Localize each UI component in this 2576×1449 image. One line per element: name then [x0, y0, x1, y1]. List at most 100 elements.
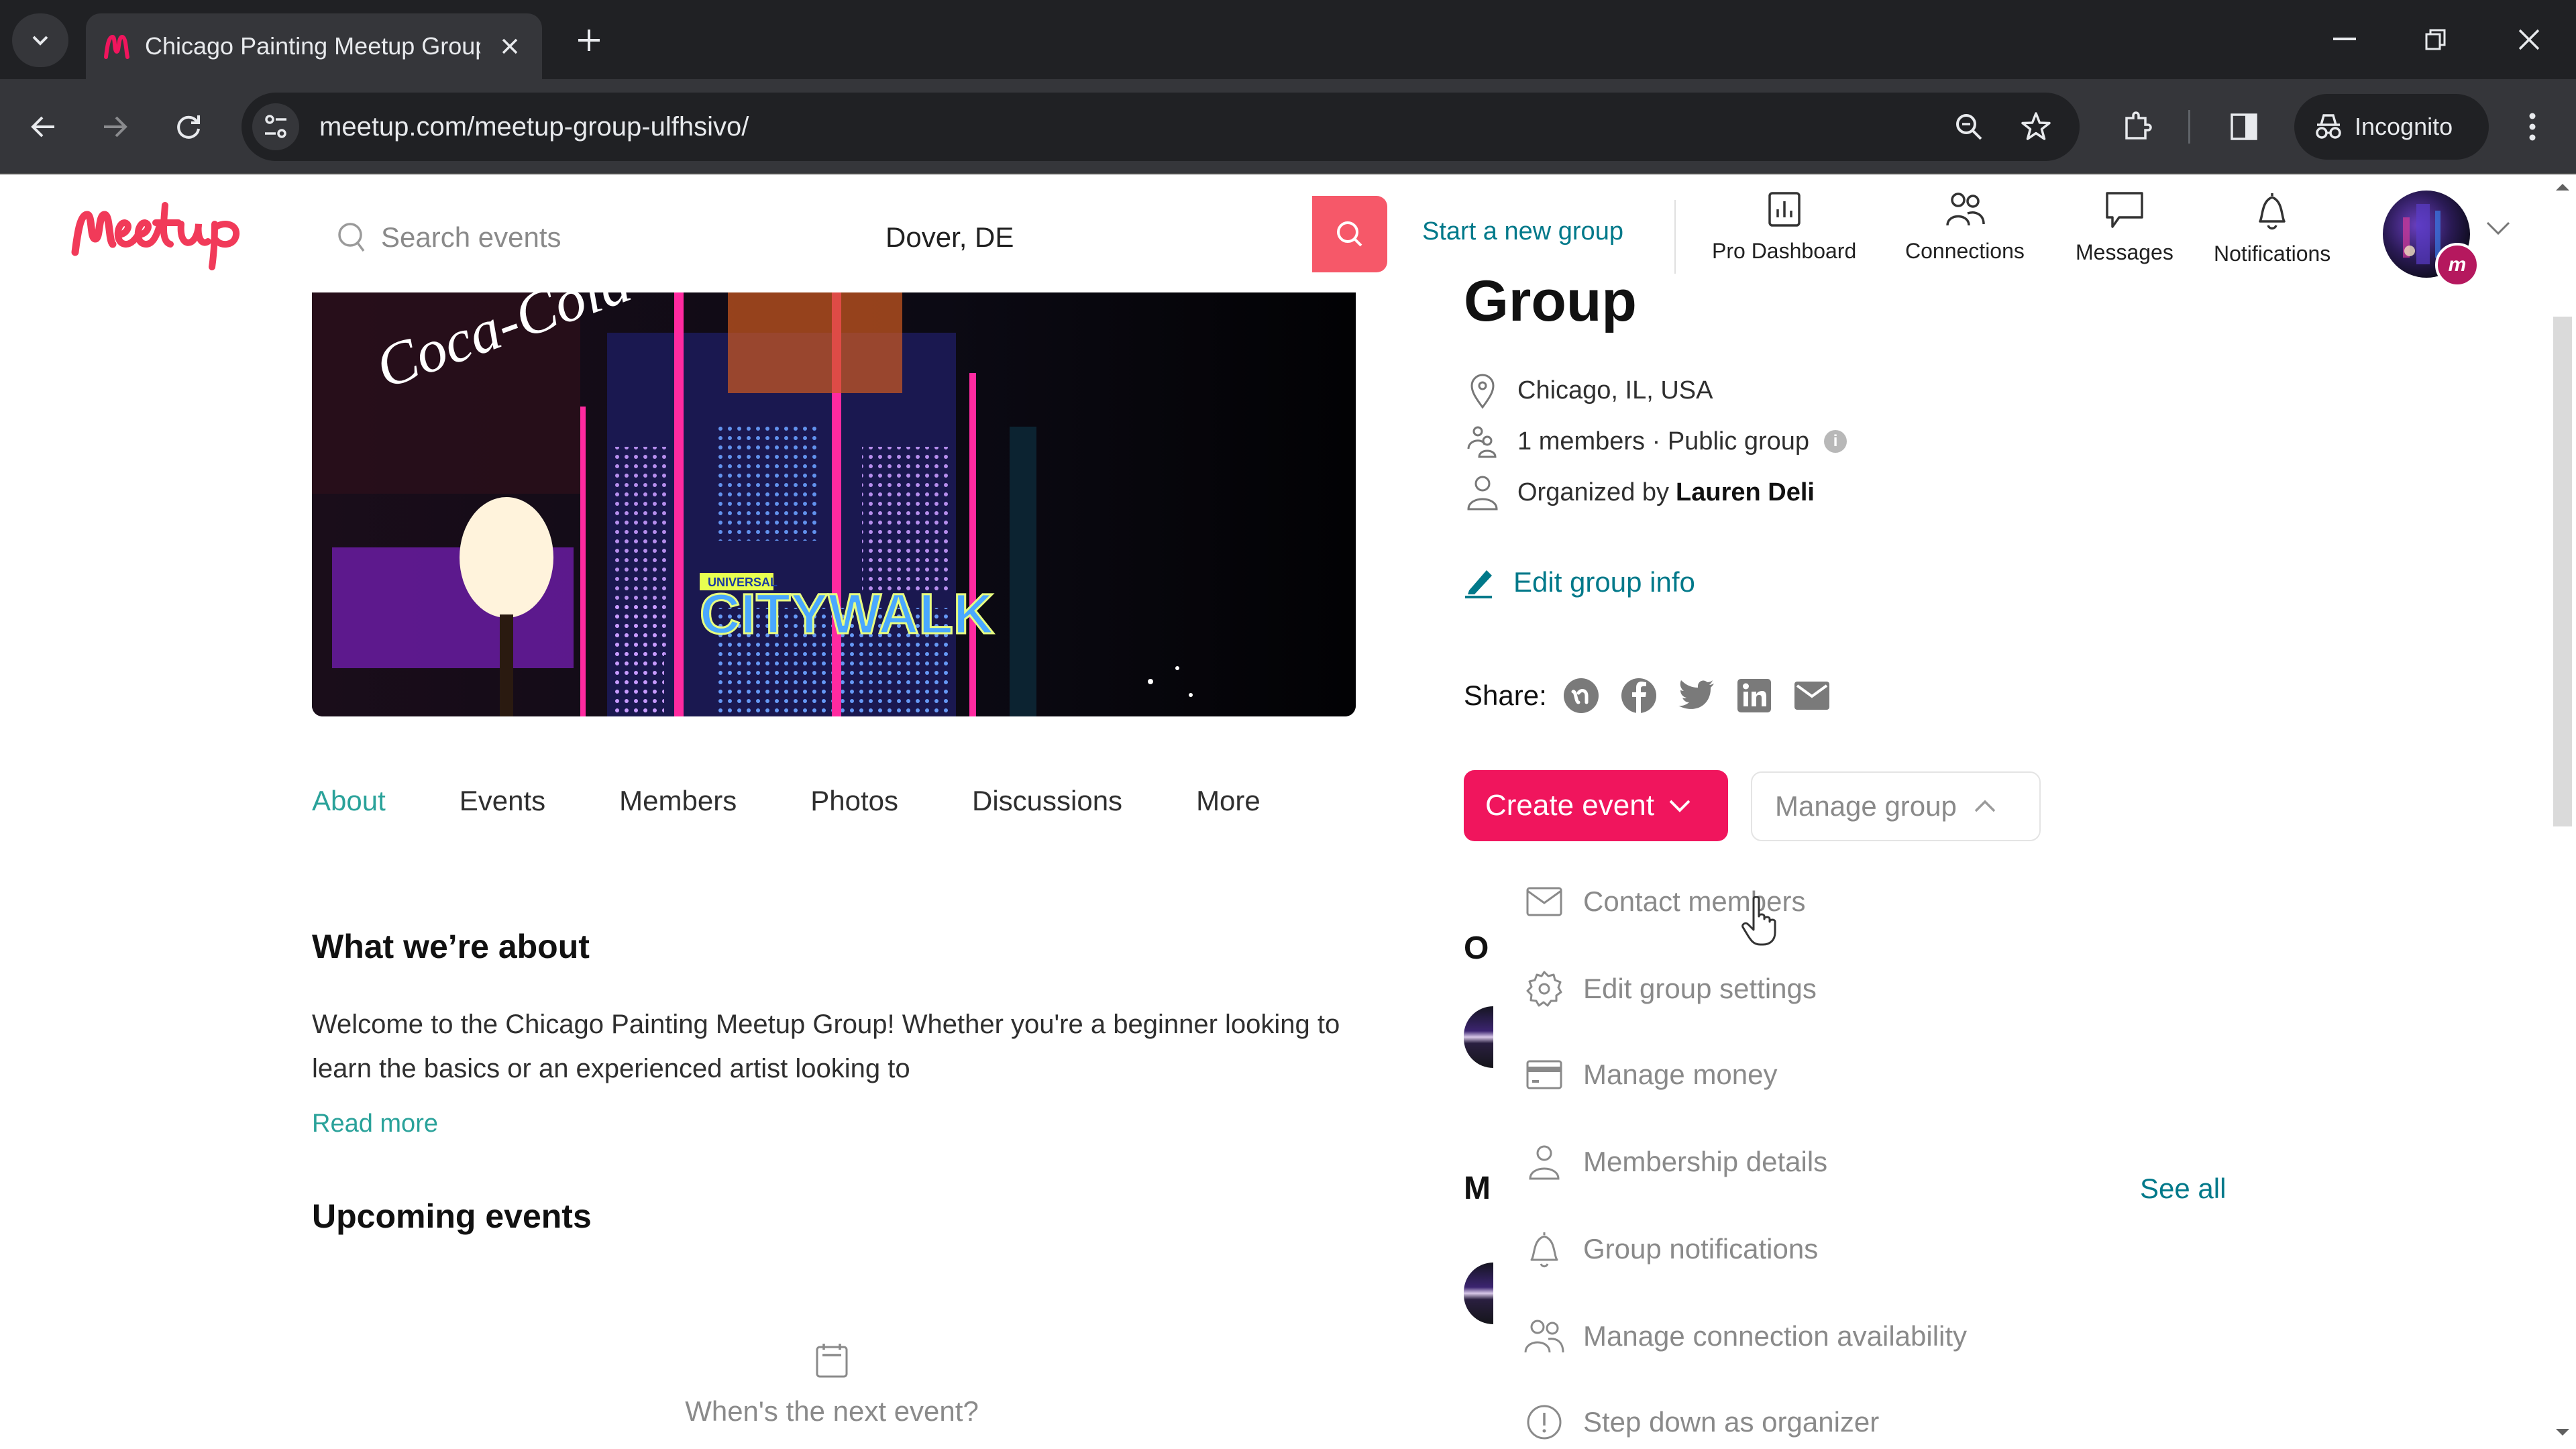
nav-messages[interactable]: Messages — [2076, 191, 2174, 265]
twitter-bird-icon — [1678, 680, 1714, 709]
share-meetup-button[interactable] — [1560, 675, 1602, 716]
read-more-link[interactable]: Read more — [312, 1110, 438, 1138]
group-title: Group — [1464, 269, 1637, 333]
search-events-input[interactable] — [381, 221, 851, 254]
start-new-group-link[interactable]: Start a new group — [1422, 217, 1623, 246]
browser-toolbar: meetup.com/meetup-group-ulfhsivo/ Incogn… — [0, 79, 2576, 174]
extensions-button[interactable] — [2113, 103, 2160, 150]
nav-connections[interactable]: Connections — [1905, 191, 2025, 264]
menu-item-manage-money[interactable]: Manage money — [1523, 1053, 1778, 1096]
tab-photos[interactable]: Photos — [810, 785, 898, 817]
create-event-label: Create event — [1485, 789, 1654, 822]
group-location: Chicago, IL, USA — [1464, 372, 1713, 409]
menu-item-label: Manage connection availability — [1583, 1320, 1968, 1352]
puzzle-icon — [2125, 111, 2152, 140]
nav-notifications[interactable]: Notifications — [2214, 191, 2330, 266]
tab-search-button[interactable] — [12, 13, 68, 67]
meetup-logo[interactable] — [70, 197, 244, 274]
menu-item-manage-connection-availability[interactable]: Manage connection availability — [1523, 1315, 1967, 1358]
search-icon — [1337, 221, 1362, 247]
arrow-left-icon — [31, 116, 54, 138]
group-organizer: Organized by Lauren Deli — [1464, 474, 1815, 511]
share-twitter-button[interactable] — [1676, 675, 1717, 716]
nav-label: Notifications — [2214, 241, 2331, 266]
tab-events[interactable]: Events — [460, 785, 545, 817]
zoom-button[interactable] — [1945, 103, 1992, 150]
tab-close-button[interactable] — [494, 30, 526, 62]
side-panel-icon — [2231, 113, 2257, 140]
menu-item-label: Step down as organizer — [1583, 1406, 1880, 1438]
search-bar — [333, 200, 1312, 275]
manage-group-menu: Contact members Edit group settings Mana… — [1496, 856, 2100, 1449]
group-tabs: About Events Members Photos Discussions … — [312, 785, 1334, 817]
search-submit-button[interactable] — [1312, 196, 1387, 272]
browser-tab-active[interactable]: Chicago Painting Meetup Group — [86, 13, 542, 79]
scroll-thumb[interactable] — [2553, 317, 2572, 826]
credit-card-icon — [1526, 1060, 1562, 1089]
person-icon — [1529, 1145, 1560, 1180]
incognito-profile-button[interactable]: Incognito — [2294, 94, 2489, 160]
meetup-favicon-icon — [104, 34, 129, 59]
member-avatar-clipped — [1464, 1263, 1493, 1324]
address-bar[interactable]: meetup.com/meetup-group-ulfhsivo/ — [241, 93, 2080, 161]
tab-more[interactable]: More — [1196, 785, 1260, 817]
page-scrollbar[interactable] — [2549, 176, 2576, 1449]
about-description: Welcome to the Chicago Painting Meetup G… — [312, 1010, 1340, 1083]
menu-item-label: Edit group settings — [1583, 973, 1817, 1004]
empty-events-state: When's the next event? — [671, 1342, 993, 1428]
menu-item-step-down-as-organizer[interactable]: Step down as organizer — [1523, 1401, 1879, 1444]
restore-button[interactable] — [2412, 17, 2459, 62]
facebook-icon — [1621, 678, 1656, 713]
side-panel-button[interactable] — [2220, 103, 2267, 150]
calendar-icon — [816, 1344, 848, 1378]
menu-item-edit-group-settings[interactable]: Edit group settings — [1523, 967, 1817, 1010]
search-icon — [338, 223, 365, 252]
organizer-name[interactable]: Lauren Deli — [1676, 478, 1815, 507]
back-button[interactable] — [20, 103, 67, 150]
new-tab-button[interactable] — [570, 21, 608, 59]
tab-members[interactable]: Members — [619, 785, 737, 817]
edit-group-info-label: Edit group info — [1513, 566, 1695, 598]
scroll-up-arrow-icon[interactable] — [2555, 182, 2571, 192]
menu-item-label: Group notifications — [1583, 1233, 1819, 1265]
edit-group-info-link[interactable]: Edit group info — [1464, 566, 1695, 598]
tab-discussions[interactable]: Discussions — [972, 785, 1122, 817]
manage-group-button[interactable]: Manage group — [1751, 771, 2041, 841]
minimize-button[interactable] — [2321, 17, 2368, 62]
group-banner-image: Coca-Cola UNIVERSAL CITYWALK — [312, 292, 1356, 716]
tune-icon — [265, 115, 286, 138]
browser-tab-strip: Chicago Painting Meetup Group — [0, 0, 2576, 79]
menu-item-membership-details[interactable]: Membership details — [1523, 1140, 1827, 1183]
profile-menu-toggle[interactable] — [2485, 220, 2512, 239]
share-email-button[interactable] — [1791, 675, 1833, 716]
share-linkedin-button[interactable] — [1733, 675, 1775, 716]
info-icon[interactable]: i — [1824, 430, 1847, 453]
forward-button[interactable] — [91, 103, 138, 150]
chevron-down-icon — [32, 36, 48, 46]
header-divider — [1674, 200, 1676, 274]
meetup-badge: m — [2435, 243, 2479, 287]
menu-item-label: Manage money — [1583, 1059, 1778, 1090]
see-all-members-link[interactable]: See all — [2140, 1173, 2226, 1205]
browser-menu-button[interactable] — [2509, 103, 2556, 150]
reload-button[interactable] — [165, 103, 212, 150]
organizer-avatar-clipped — [1464, 1006, 1493, 1068]
chevron-down-icon — [2486, 221, 2510, 235]
people-icon — [1946, 193, 1985, 226]
reload-icon — [177, 115, 200, 139]
create-event-button[interactable]: Create event — [1464, 770, 1728, 841]
scroll-down-arrow-icon[interactable] — [2555, 1428, 2571, 1437]
menu-item-group-notifications[interactable]: Group notifications — [1523, 1228, 1818, 1271]
members-heading-clipped: M — [1464, 1171, 1491, 1206]
gear-icon — [1526, 971, 1562, 1007]
close-window-button[interactable] — [2506, 17, 2553, 62]
envelope-icon — [1526, 887, 1562, 916]
site-info-button[interactable] — [252, 103, 299, 150]
nav-pro-dashboard[interactable]: Pro Dashboard — [1712, 191, 1856, 264]
location-input[interactable] — [885, 200, 1221, 275]
nav-label: Messages — [2076, 240, 2174, 264]
tab-about[interactable]: About — [312, 785, 386, 817]
share-facebook-button[interactable] — [1618, 675, 1660, 716]
banner-sign-text: CITYWALK — [700, 582, 994, 645]
bookmark-button[interactable] — [2012, 103, 2059, 150]
